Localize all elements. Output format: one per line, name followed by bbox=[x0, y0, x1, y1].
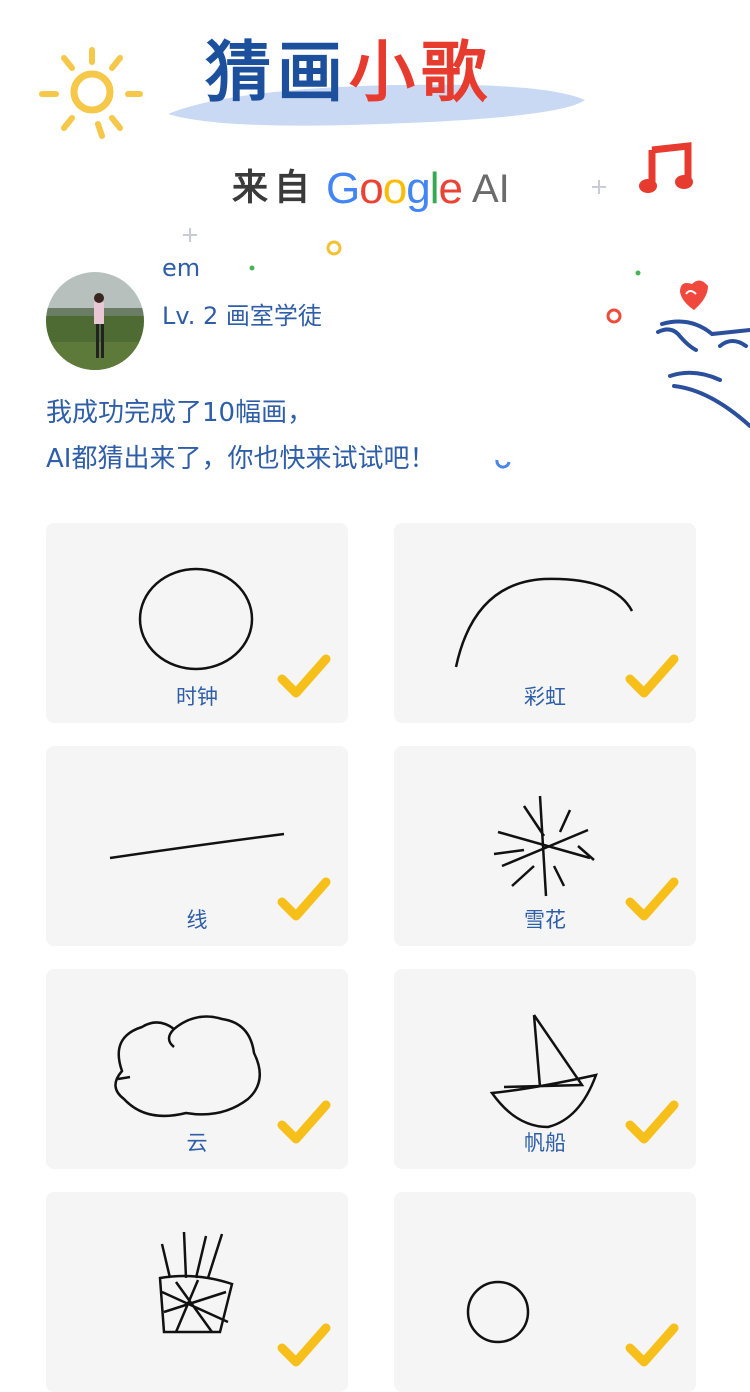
check-icon bbox=[277, 1323, 331, 1367]
drawing-card[interactable]: 线 bbox=[46, 746, 348, 946]
avatar-photo bbox=[46, 272, 144, 370]
drawing-card[interactable]: 彩虹 bbox=[394, 523, 696, 723]
check-icon bbox=[277, 1100, 331, 1144]
share-message-line2: AI都猜出来了，你也快来试试吧！ bbox=[46, 444, 436, 474]
check-icon bbox=[277, 877, 331, 921]
check-icon bbox=[625, 1323, 679, 1367]
check-icon bbox=[625, 654, 679, 698]
drawing-card[interactable] bbox=[46, 1192, 348, 1392]
app-title: 猜画小歌 bbox=[205, 28, 545, 118]
share-message: 我成功完成了10幅画， AI都猜出来了，你也快来试试吧！ bbox=[46, 390, 566, 482]
avatar[interactable] bbox=[46, 272, 144, 370]
drawing-card[interactable]: 雪花 bbox=[394, 746, 696, 946]
check-icon bbox=[625, 877, 679, 921]
drawing-card[interactable]: 帆船 bbox=[394, 969, 696, 1169]
app-title-part2: 小歌 bbox=[349, 34, 493, 111]
check-icon bbox=[625, 1100, 679, 1144]
heart-hand-icon bbox=[656, 280, 750, 428]
username: em bbox=[162, 254, 201, 282]
check-icon bbox=[277, 654, 331, 698]
user-level: Lv. 2 画室学徒 bbox=[162, 302, 322, 330]
drawing-card[interactable]: 时钟 bbox=[46, 523, 348, 723]
drawing-card[interactable]: 云 bbox=[46, 969, 348, 1169]
share-message-line1: 我成功完成了10幅画， bbox=[46, 398, 314, 428]
app-title-part1: 猜画 bbox=[205, 34, 349, 111]
sun-icon bbox=[39, 47, 143, 139]
drawing-card[interactable] bbox=[394, 1192, 696, 1392]
